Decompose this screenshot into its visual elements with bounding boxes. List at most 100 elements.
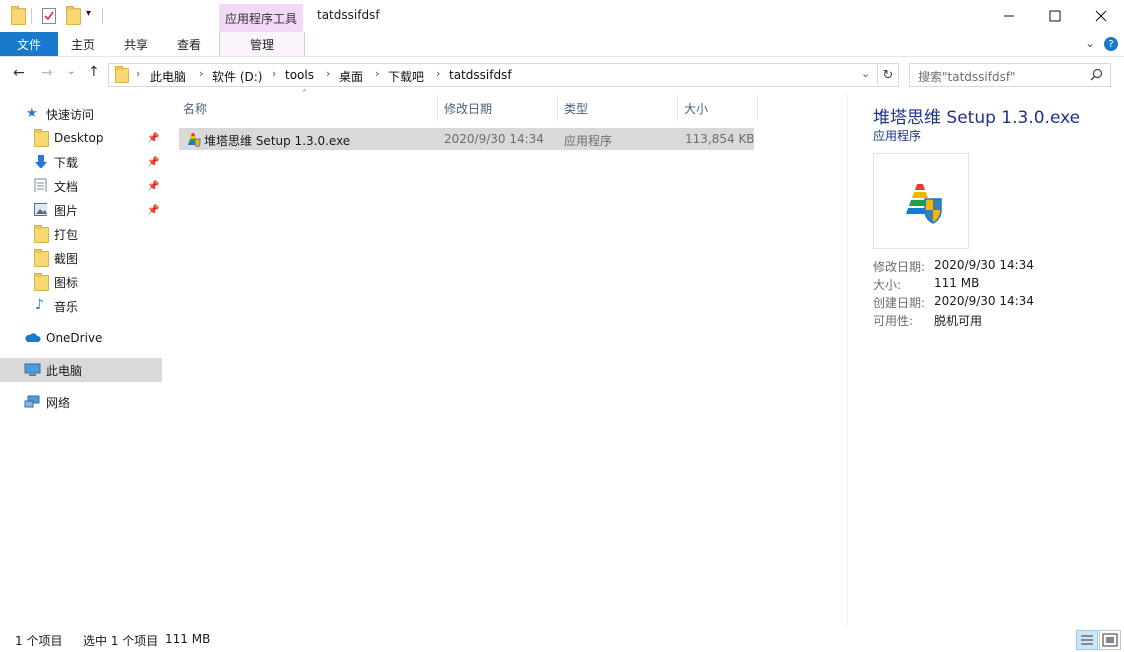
title-bar: ▾ 应用程序工具 tatdssifdsf [0, 0, 1124, 32]
prop-value-size: 111 MB [934, 276, 980, 290]
pin-icon[interactable]: 📌 [147, 133, 159, 144]
tab-home[interactable]: 主页 [58, 32, 108, 56]
column-divider[interactable] [557, 95, 558, 121]
column-header-type[interactable]: 类型 [564, 93, 588, 123]
picture-icon [34, 203, 47, 216]
breadcrumb-this-pc[interactable]: 此电脑 [150, 68, 186, 85]
breadcrumb-tools[interactable]: tools [285, 68, 314, 82]
folder-icon[interactable] [11, 6, 26, 25]
tab-manage[interactable]: 管理 [219, 32, 305, 56]
app-icon [906, 184, 942, 224]
prop-value-modified: 2020/9/30 14:34 [934, 258, 1034, 272]
chevron-right-icon[interactable]: › [375, 67, 379, 80]
chevron-right-icon[interactable]: › [326, 67, 330, 80]
refresh-button[interactable]: ↻ [877, 63, 899, 87]
nav-onedrive[interactable]: OneDrive [0, 326, 162, 350]
details-title: 堆塔思维 Setup 1.3.0.exe [873, 108, 1081, 128]
breadcrumb-xiazaiba[interactable]: 下载吧 [388, 68, 424, 85]
details-type: 应用程序 [873, 129, 922, 143]
nav-item-documents[interactable]: 文档 📌 [0, 174, 162, 198]
folder-icon [34, 273, 49, 291]
tab-view[interactable]: 查看 [164, 32, 214, 56]
chevron-right-icon[interactable]: › [136, 67, 140, 80]
pin-icon[interactable]: 📌 [147, 157, 159, 168]
prop-label-modified: 修改日期: [873, 260, 926, 274]
address-row: ← → ⌄ ↑ › 此电脑 › 软件 (D:) › tools › 桌面 › 下… [0, 57, 1124, 93]
nav-item-pictures[interactable]: 图片 📌 [0, 198, 162, 222]
new-folder-icon[interactable] [66, 6, 81, 25]
pin-icon[interactable]: 📌 [147, 205, 159, 216]
nav-network[interactable]: 网络 [0, 390, 162, 414]
window-title: tatdssifdsf [317, 8, 380, 22]
close-icon [1095, 10, 1107, 22]
status-item-count: 1 个项目 [15, 634, 63, 648]
search-box[interactable]: 搜索"tatdssifdsf" [909, 63, 1111, 87]
pin-icon[interactable]: 📌 [147, 181, 159, 192]
breadcrumb-drive-d[interactable]: 软件 (D:) [212, 68, 262, 85]
maximize-button[interactable] [1032, 0, 1078, 32]
network-icon [24, 395, 40, 408]
chevron-right-icon[interactable]: › [199, 67, 203, 80]
help-icon[interactable]: ? [1104, 37, 1118, 51]
sort-ascending-icon: ˄ [302, 89, 307, 100]
column-header-name[interactable]: 名称 [183, 93, 207, 123]
file-size: 113,854 KB [685, 132, 755, 146]
large-icons-view-button[interactable] [1099, 630, 1121, 650]
tab-share[interactable]: 共享 [110, 32, 162, 56]
nav-label: OneDrive [46, 331, 103, 345]
column-divider[interactable] [757, 95, 758, 121]
details-view-button[interactable] [1076, 630, 1098, 650]
recent-locations-icon[interactable]: ⌄ [67, 66, 75, 77]
nav-this-pc[interactable]: 此电脑 [0, 358, 162, 382]
collapse-ribbon-icon[interactable]: ⌄ [1085, 36, 1095, 50]
search-input[interactable]: 搜索"tatdssifdsf" [918, 68, 1016, 85]
maximize-icon [1049, 10, 1061, 22]
breadcrumb-current-folder[interactable]: tatdssifdsf [449, 68, 512, 82]
nav-label: 网络 [46, 395, 71, 410]
prop-label-size: 大小: [873, 278, 902, 292]
nav-label: 快速访问 [46, 107, 95, 122]
column-divider[interactable] [437, 95, 438, 121]
address-history-chevron-icon[interactable]: ⌄ [861, 67, 870, 80]
refresh-icon: ↻ [882, 67, 894, 83]
large-icons-view-icon [1102, 633, 1118, 647]
nav-label: 图标 [54, 275, 79, 290]
search-icon[interactable] [1090, 68, 1103, 81]
nav-item-tubiao[interactable]: 图标 [0, 270, 162, 294]
folder-icon [34, 249, 49, 267]
tab-file[interactable]: 文件 [0, 32, 58, 56]
chevron-right-icon[interactable]: › [272, 67, 276, 80]
cloud-icon [25, 333, 41, 342]
divider [31, 8, 32, 24]
breadcrumb-desktop[interactable]: 桌面 [339, 68, 363, 85]
customize-quick-access-icon[interactable]: ▾ [86, 8, 91, 19]
nav-item-downloads[interactable]: 下载 📌 [0, 150, 162, 174]
file-list: ˄ 名称 修改日期 类型 大小 堆塔思维 Setup 1.3.0.exe 202… [166, 89, 846, 627]
address-bar[interactable]: › 此电脑 › 软件 (D:) › tools › 桌面 › 下载吧 › tat… [108, 63, 878, 87]
nav-item-dabao[interactable]: 打包 [0, 222, 162, 246]
table-row[interactable]: 堆塔思维 Setup 1.3.0.exe 2020/9/30 14:34 应用程… [179, 128, 755, 150]
nav-label: 文档 [54, 179, 79, 194]
column-header-modified[interactable]: 修改日期 [444, 93, 492, 123]
file-modified: 2020/9/30 14:34 [444, 132, 544, 146]
chevron-right-icon[interactable]: › [436, 67, 440, 80]
nav-label: 此电脑 [46, 363, 83, 378]
nav-item-music[interactable]: ♪ 音乐 [0, 294, 162, 318]
properties-icon[interactable] [42, 8, 56, 24]
nav-quick-access[interactable]: ★ 快速访问 [0, 102, 162, 126]
nav-label: 打包 [54, 227, 79, 242]
status-bar: 1 个项目 选中 1 个项目 111 MB [0, 627, 1124, 652]
back-arrow-icon[interactable]: ← [13, 65, 25, 81]
nav-item-jietu[interactable]: 截图 [0, 246, 162, 270]
context-tab-label: 应用程序工具 [219, 4, 303, 32]
minimize-button[interactable] [986, 0, 1032, 32]
nav-item-desktop[interactable]: Desktop 📌 [0, 126, 162, 150]
folder-icon [34, 129, 49, 147]
close-button[interactable] [1078, 0, 1124, 32]
column-header-size[interactable]: 大小 [684, 93, 708, 123]
up-arrow-icon[interactable]: ↑ [88, 64, 100, 80]
column-divider[interactable] [677, 95, 678, 121]
forward-arrow-icon[interactable]: → [41, 65, 53, 81]
prop-label-availability: 可用性: [873, 314, 914, 328]
nav-label: 图片 [54, 203, 79, 218]
